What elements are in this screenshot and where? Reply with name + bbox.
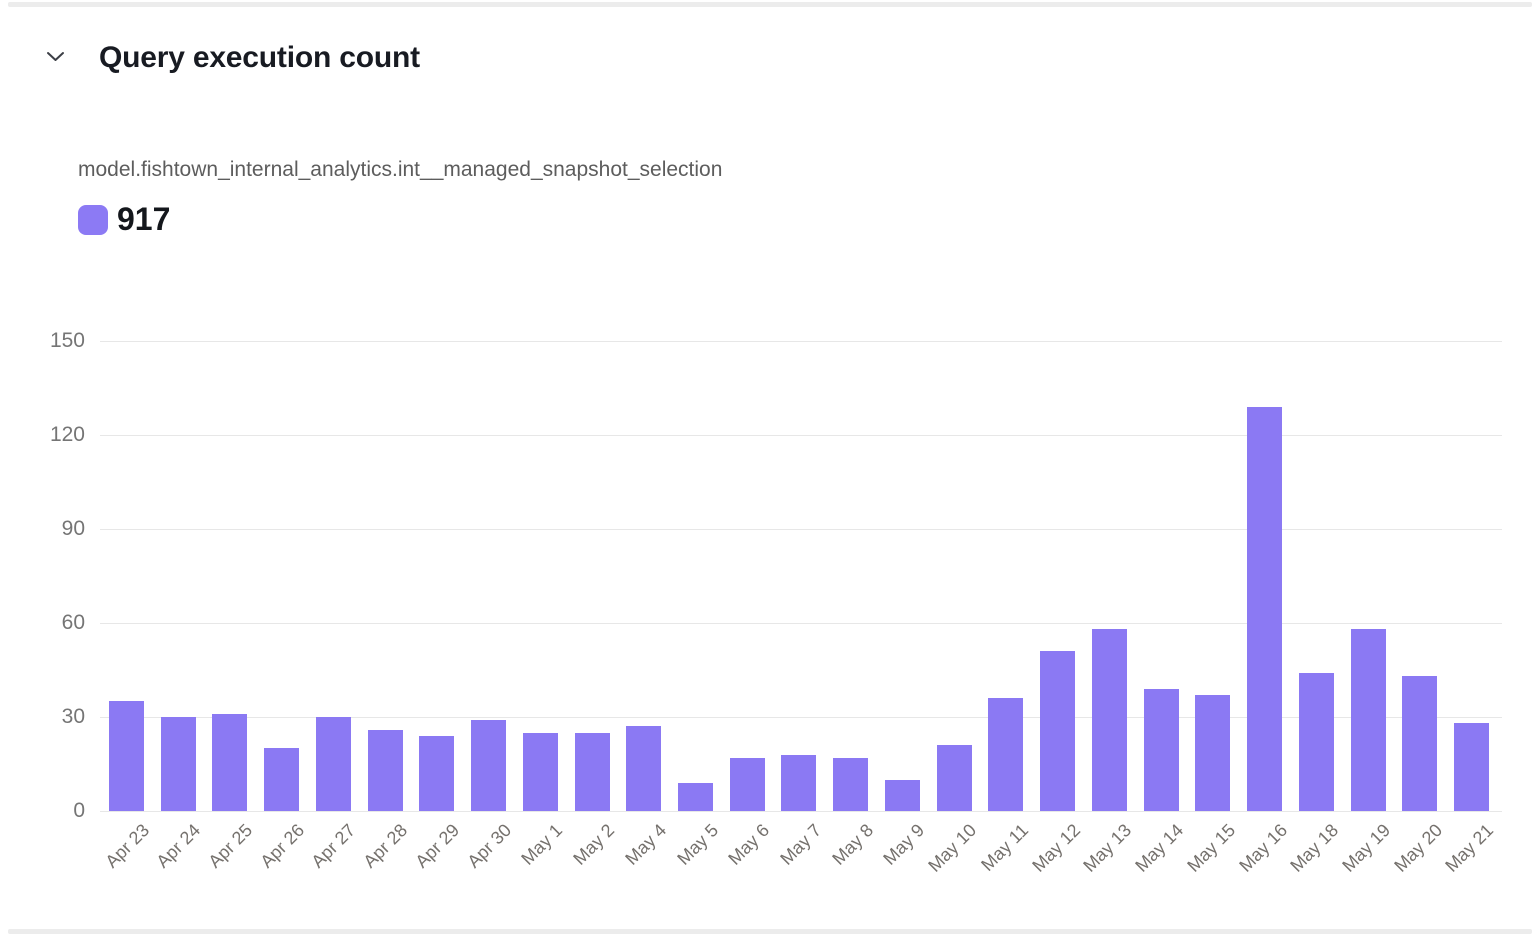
y-axis-tick-label: 90: [0, 518, 85, 540]
series-model-name: model.fishtown_internal_analytics.int__m…: [78, 157, 722, 183]
bar-apr-27[interactable]: [316, 717, 351, 811]
gridline-y-150: [100, 341, 1502, 342]
bar-may-6[interactable]: [730, 758, 765, 811]
legend-swatch: [78, 205, 108, 235]
bar-may-5[interactable]: [678, 783, 713, 811]
legend-item[interactable]: 917: [78, 204, 170, 235]
gridline-y-90: [100, 529, 1502, 530]
gridline-y-60: [100, 623, 1502, 624]
query-execution-panel: Query execution count model.fishtown_int…: [0, 0, 1540, 936]
y-axis-tick-label: 60: [0, 612, 85, 634]
bar-may-20[interactable]: [1402, 676, 1437, 811]
bar-apr-24[interactable]: [161, 717, 196, 811]
bar-may-21[interactable]: [1454, 723, 1489, 811]
y-axis-tick-label: 120: [0, 424, 85, 446]
gridline-y-120: [100, 435, 1502, 436]
bar-may-10[interactable]: [937, 745, 972, 811]
bar-may-12[interactable]: [1040, 651, 1075, 811]
bar-chart: 0306090120150Apr 23Apr 24Apr 25Apr 26Apr…: [0, 341, 1540, 811]
chevron-down-icon[interactable]: [44, 47, 66, 65]
gridline-y-30: [100, 717, 1502, 718]
panel-title: Query execution count: [99, 40, 420, 76]
bar-may-19[interactable]: [1351, 629, 1386, 811]
bar-may-14[interactable]: [1144, 689, 1179, 811]
bar-may-1[interactable]: [523, 733, 558, 811]
bottom-divider: [8, 929, 1532, 934]
y-axis-tick-label: 30: [0, 706, 85, 728]
bar-apr-29[interactable]: [419, 736, 454, 811]
y-axis-tick-label: 0: [0, 800, 85, 822]
bar-may-7[interactable]: [781, 755, 816, 811]
bar-may-15[interactable]: [1195, 695, 1230, 811]
bar-may-8[interactable]: [833, 758, 868, 811]
bar-may-11[interactable]: [988, 698, 1023, 811]
y-axis-tick-label: 150: [0, 330, 85, 352]
bar-may-18[interactable]: [1299, 673, 1334, 811]
top-divider: [8, 2, 1532, 7]
bar-apr-25[interactable]: [212, 714, 247, 811]
bar-may-9[interactable]: [885, 780, 920, 811]
bar-may-13[interactable]: [1092, 629, 1127, 811]
bar-may-16[interactable]: [1247, 407, 1282, 811]
bar-apr-23[interactable]: [109, 701, 144, 811]
bar-apr-28[interactable]: [368, 730, 403, 811]
bar-apr-26[interactable]: [264, 748, 299, 811]
legend-total: 917: [117, 204, 170, 235]
bar-apr-30[interactable]: [471, 720, 506, 811]
bar-may-2[interactable]: [575, 733, 610, 811]
bar-may-4[interactable]: [626, 726, 661, 811]
